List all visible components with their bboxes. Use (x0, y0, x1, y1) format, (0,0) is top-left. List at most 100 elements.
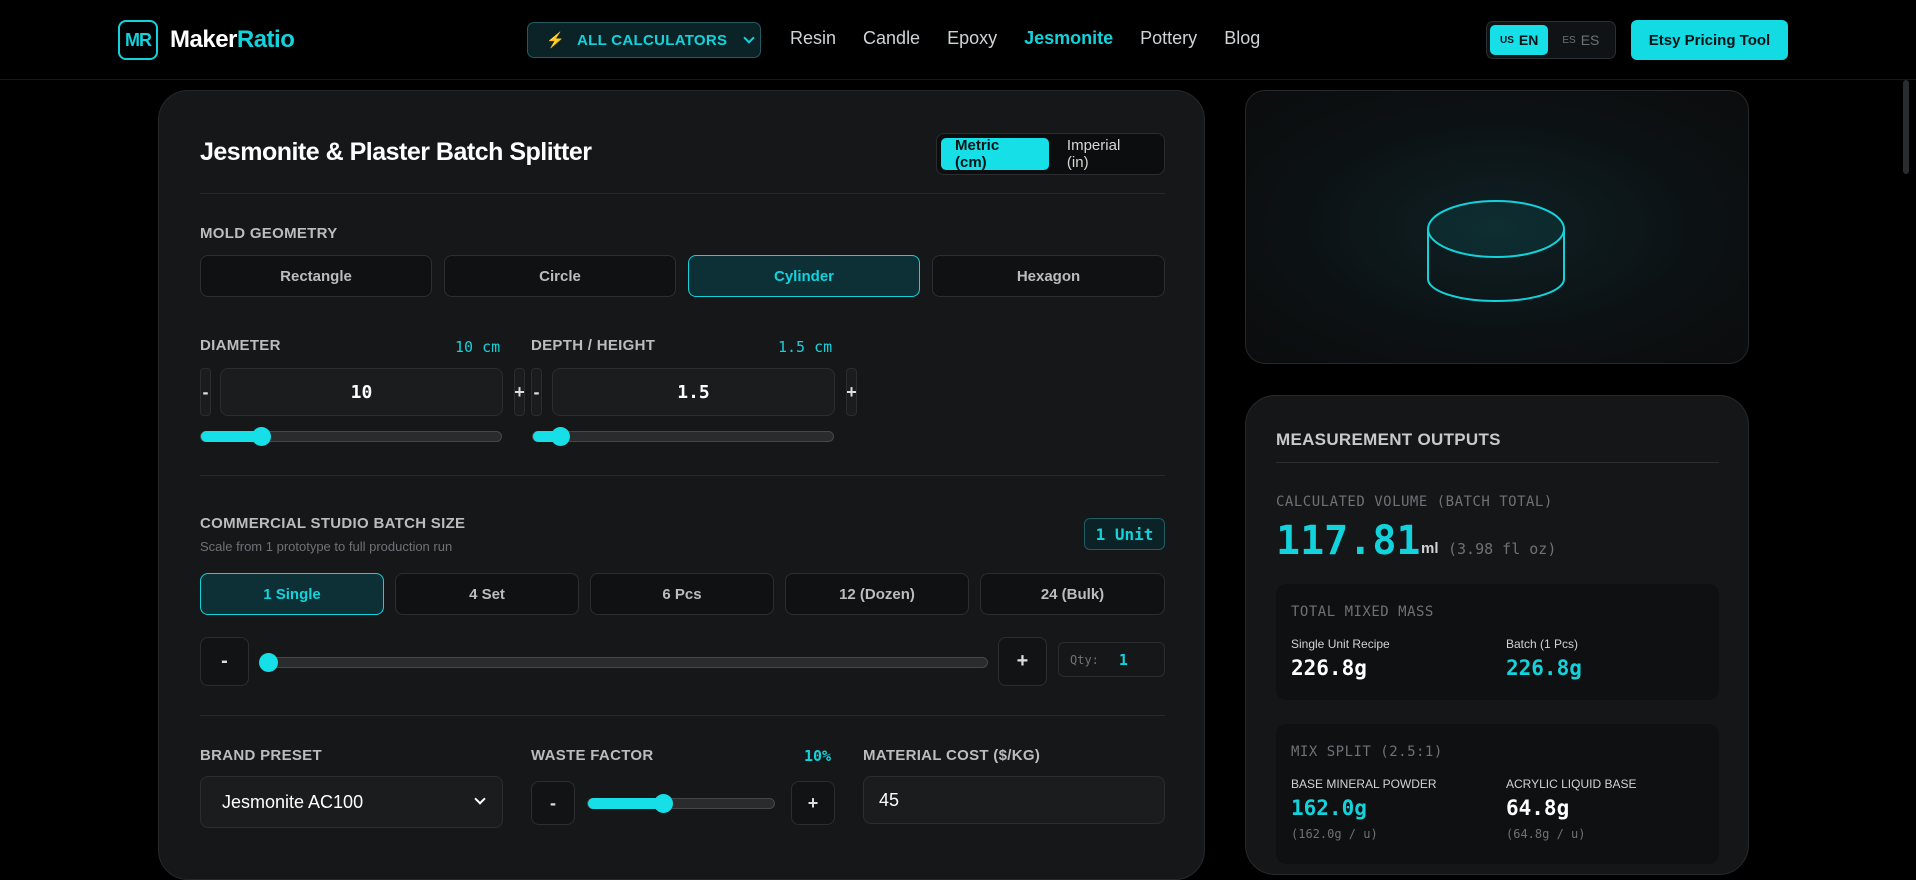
shape-cylinder-button[interactable]: Cylinder (688, 255, 920, 297)
divider (1276, 462, 1719, 463)
depth-value-tag: 1.5 cm (778, 338, 833, 356)
diameter-value-tag: 10 cm (455, 338, 501, 356)
shape-rectangle-button[interactable]: Rectangle (200, 255, 432, 297)
mix-split-label: MIX SPLIT (2.5:1) (1291, 744, 1443, 760)
mix-split-box: MIX SPLIT (2.5:1) BASE MINERAL POWDER 16… (1276, 724, 1719, 864)
waste-factor-label: WASTE FACTOR (531, 747, 654, 764)
measurement-outputs-panel: MEASUREMENT OUTPUTS CALCULATED VOLUME (B… (1245, 395, 1749, 875)
waste-factor-value: 10% (804, 747, 832, 765)
quantity-value: 1 (1118, 650, 1128, 669)
liquid-value: 64.8g (1506, 796, 1570, 820)
batch-size-label: COMMERCIAL STUDIO BATCH SIZE (200, 515, 466, 532)
total-mass-box: TOTAL MIXED MASS Single Unit Recipe 226.… (1276, 584, 1719, 700)
diameter-slider[interactable] (200, 427, 502, 446)
top-navigation: MR MakerRatio ⚡ ALL CALCULATORS Resin Ca… (0, 0, 1916, 80)
all-calculators-label: ALL CALCULATORS (576, 31, 728, 49)
batch-slider-thumb[interactable] (259, 653, 278, 672)
batch-unit-badge: 1 Unit (1084, 518, 1165, 550)
powder-value: 162.0g (1291, 796, 1367, 820)
all-calculators-dropdown[interactable]: ⚡ ALL CALCULATORS (527, 22, 761, 58)
single-unit-caption: Single Unit Recipe (1291, 637, 1390, 651)
logo-text: MakerRatio (170, 26, 295, 54)
logo-icon: MR (118, 20, 158, 60)
lang-option-en[interactable]: US EN (1490, 25, 1549, 55)
brand-preset-select[interactable]: Jesmonite AC100 (200, 776, 503, 828)
quantity-label: Qty: (1070, 652, 1099, 667)
nav-links: Resin Candle Epoxy Jesmonite Pottery Blo… (790, 28, 1260, 49)
waste-plus-button[interactable]: + (791, 781, 835, 825)
depth-plus-button[interactable]: + (846, 368, 857, 416)
diameter-label: DIAMETER (200, 337, 281, 354)
volume-value: 117.81 (1276, 518, 1421, 564)
batch-minus-button[interactable]: - (200, 637, 249, 686)
batch-value: 226.8g (1506, 656, 1582, 680)
depth-label: DEPTH / HEIGHT (531, 337, 656, 354)
chevron-down-icon (474, 793, 486, 805)
batch-option-dozen[interactable]: 12 (Dozen) (785, 573, 969, 615)
calculator-card: Jesmonite & Plaster Batch Splitter Metri… (158, 90, 1205, 880)
volume-unit: ml (1421, 540, 1439, 557)
nav-link-blog[interactable]: Blog (1224, 28, 1260, 49)
shape-preview (1245, 90, 1749, 364)
waste-slider-thumb[interactable] (654, 794, 674, 813)
flag-us: US (1500, 34, 1514, 46)
nav-link-candle[interactable]: Candle (863, 28, 920, 49)
depth-input[interactable]: 1.5 (552, 368, 835, 416)
logo-accent: Ratio (236, 26, 295, 53)
brand-preset-label: BRAND PRESET (200, 747, 322, 764)
etsy-pricing-tool-button[interactable]: Etsy Pricing Tool (1631, 20, 1788, 60)
powder-per-unit: (162.0g / u) (1291, 827, 1378, 841)
waste-minus-button[interactable]: - (531, 781, 575, 825)
unit-imperial-button[interactable]: Imperial (in) (1053, 137, 1160, 171)
nav-link-epoxy[interactable]: Epoxy (947, 28, 997, 49)
powder-caption: BASE MINERAL POWDER (1291, 777, 1437, 791)
unit-metric-button[interactable]: Metric (cm) (941, 137, 1049, 171)
shape-hexagon-button[interactable]: Hexagon (932, 255, 1165, 297)
batch-plus-button[interactable]: + (998, 637, 1047, 686)
diameter-plus-button[interactable]: + (514, 368, 525, 416)
divider (200, 475, 1165, 476)
flag-es: ES (1562, 34, 1576, 46)
material-cost-input[interactable]: 45 (863, 776, 1165, 824)
batch-size-sublabel: Scale from 1 prototype to full productio… (200, 539, 453, 554)
depth-minus-button[interactable]: - (531, 368, 542, 416)
liquid-caption: ACRYLIC LIQUID BASE (1506, 777, 1637, 791)
batch-option-set[interactable]: 4 Set (395, 573, 579, 615)
depth-slider-thumb[interactable] (551, 427, 571, 446)
total-mass-label: TOTAL MIXED MASS (1291, 604, 1434, 620)
batch-slider[interactable] (259, 653, 988, 672)
language-switcher: US EN ES ES (1486, 21, 1616, 59)
brand-preset-value: Jesmonite AC100 (222, 791, 364, 812)
divider (200, 715, 1165, 716)
nav-link-jesmonite[interactable]: Jesmonite (1024, 28, 1113, 49)
unit-toggle: Metric (cm) Imperial (in) (936, 133, 1165, 175)
diameter-minus-button[interactable]: - (200, 368, 211, 416)
lang-option-es[interactable]: ES ES (1552, 25, 1609, 55)
outputs-title: MEASUREMENT OUTPUTS (1276, 430, 1501, 449)
chevron-down-icon (743, 32, 755, 44)
nav-link-resin[interactable]: Resin (790, 28, 836, 49)
bolt-icon: ⚡ (546, 32, 565, 49)
logo[interactable]: MR MakerRatio (118, 20, 295, 60)
nav-link-pottery[interactable]: Pottery (1140, 28, 1197, 49)
material-cost-label: MATERIAL COST ($/KG) (863, 747, 1041, 764)
volume-alt-unit: (3.98 fl oz) (1448, 540, 1557, 558)
diameter-input[interactable]: 10 (220, 368, 503, 416)
batch-option-pcs[interactable]: 6 Pcs (590, 573, 774, 615)
logo-main: Maker (170, 26, 237, 53)
depth-slider[interactable] (532, 427, 834, 446)
page-title: Jesmonite & Plaster Batch Splitter (200, 138, 592, 166)
batch-option-bulk[interactable]: 24 (Bulk) (980, 573, 1165, 615)
diameter-slider-thumb[interactable] (252, 427, 272, 446)
waste-slider[interactable] (587, 794, 775, 813)
waste-slider-fill (588, 798, 663, 809)
volume-label: CALCULATED VOLUME (BATCH TOTAL) (1276, 494, 1553, 510)
lang-code-es: ES (1580, 32, 1600, 48)
shape-circle-button[interactable]: Circle (444, 255, 676, 297)
single-unit-value: 226.8g (1291, 656, 1367, 680)
liquid-per-unit: (64.8g / u) (1506, 827, 1586, 841)
mold-geometry-label: MOLD GEOMETRY (200, 225, 338, 242)
page-scrollbar[interactable] (1903, 80, 1909, 174)
batch-option-single[interactable]: 1 Single (200, 573, 384, 615)
quantity-field[interactable]: Qty: 1 (1058, 642, 1165, 677)
